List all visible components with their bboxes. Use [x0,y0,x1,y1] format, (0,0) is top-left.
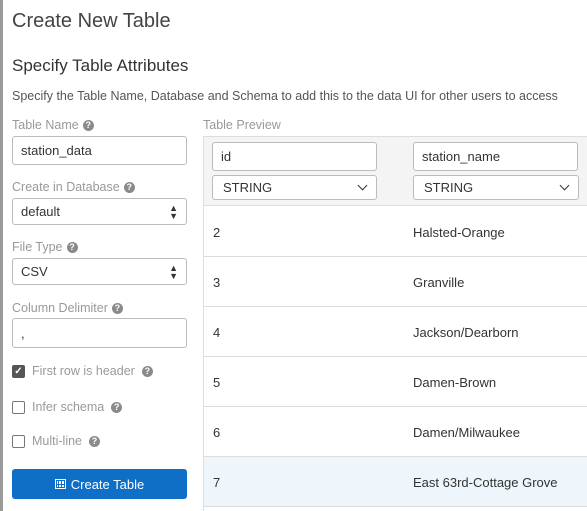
file-type-select[interactable]: CSV ▲ ▼ [12,258,187,285]
table-preview: id station_name STRING STRING 2 Halsted-… [203,136,587,511]
help-icon[interactable]: ? [82,119,94,131]
cell-station-name: Halsted-Orange [413,224,505,240]
page-title: Create New Table [12,10,171,32]
database-label: Create in Database ? [12,180,135,194]
preview-header: id station_name STRING STRING [204,137,587,206]
multi-line-option[interactable]: Multi-line ? [12,434,101,448]
table-row: 2 Halsted-Orange [204,207,587,257]
create-table-button[interactable]: Create Table [12,469,187,499]
column-name-input-station-name[interactable]: station_name [413,142,578,171]
chevron-down-icon [559,180,570,191]
column-type-select-station-name[interactable]: STRING [413,175,579,200]
select-arrows-icon: ▲ ▼ [169,262,178,281]
select-arrows-icon: ▲ ▼ [169,202,178,221]
table-preview-label: Table Preview [203,118,281,132]
cell-id: 2 [213,224,221,240]
cell-station-name: Granville [413,274,465,290]
section-description: Specify the Table Name, Database and Sch… [12,89,558,103]
table-name-input[interactable]: station_data [12,136,187,165]
chevron-down-icon [357,180,368,191]
table-name-label: Table Name ? [12,118,94,132]
help-icon[interactable]: ? [89,435,101,447]
cell-id: 7 [213,474,221,490]
table-icon [54,479,66,489]
delimiter-input[interactable]: , [12,318,187,348]
cell-station-name: Damen-Brown [413,374,497,390]
file-type-label: File Type ? [12,240,78,254]
cell-id: 6 [213,424,221,440]
table-row: 7 East 63rd-Cottage Grove [204,457,587,507]
infer-schema-option[interactable]: Infer schema ? [12,400,123,414]
help-icon[interactable]: ? [111,401,123,413]
cell-id: 3 [213,274,221,290]
help-icon[interactable]: ? [141,365,153,377]
column-name-input-id[interactable]: id [212,142,377,171]
first-row-header-checkbox[interactable]: ✓ [12,364,25,378]
cell-station-name: Damen/Milwaukee [413,424,520,440]
cell-id: 4 [213,324,221,340]
left-border [0,0,3,511]
column-type-select-id[interactable]: STRING [212,175,377,200]
help-icon[interactable]: ? [66,241,78,253]
first-row-header-option[interactable]: ✓ First row is header ? [12,364,153,378]
table-row: 6 Damen/Milwaukee [204,407,587,457]
cell-station-name: Jackson/Dearborn [413,324,519,340]
infer-schema-checkbox[interactable] [12,400,25,414]
cell-id: 5 [213,374,221,390]
multi-line-checkbox[interactable] [12,434,25,448]
delimiter-label: Column Delimiter ? [12,301,123,315]
help-icon[interactable]: ? [123,181,135,193]
table-row: 4 Jackson/Dearborn [204,307,587,357]
section-title: Specify Table Attributes [12,56,189,75]
database-select[interactable]: default ▲ ▼ [12,198,187,225]
cell-station-name: East 63rd-Cottage Grove [413,474,558,490]
table-row: 3 Granville [204,257,587,307]
help-icon[interactable]: ? [111,302,123,314]
table-row: 5 Damen-Brown [204,357,587,407]
